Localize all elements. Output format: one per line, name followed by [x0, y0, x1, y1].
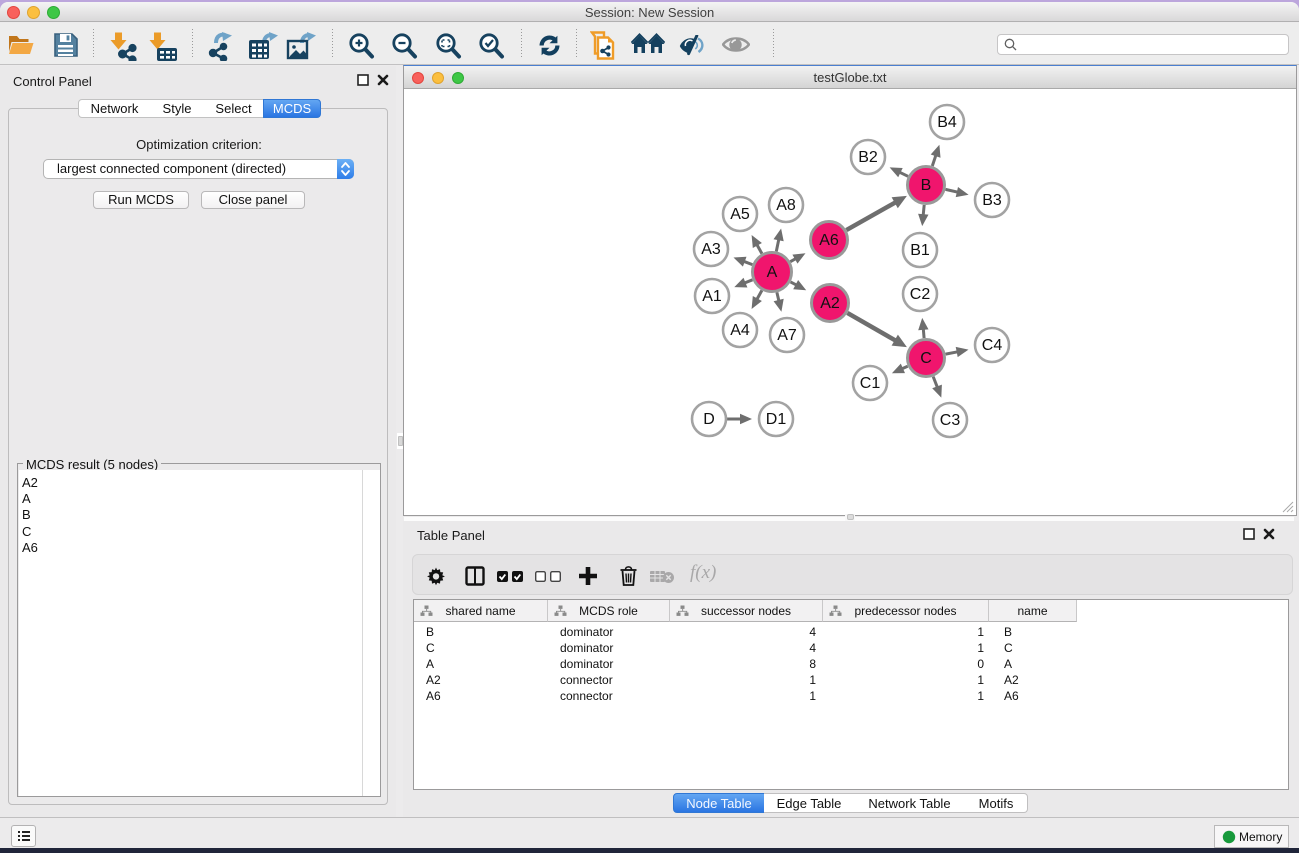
- svg-text:C3: C3: [940, 412, 961, 429]
- svg-text:D1: D1: [766, 411, 787, 428]
- svg-text:D: D: [703, 411, 715, 428]
- svg-text:A6: A6: [819, 232, 839, 249]
- svg-text:A4: A4: [730, 322, 750, 339]
- svg-text:A7: A7: [777, 327, 797, 344]
- svg-text:A3: A3: [701, 241, 721, 258]
- svg-text:B: B: [921, 177, 932, 194]
- svg-text:B1: B1: [910, 242, 930, 259]
- svg-text:A2: A2: [820, 295, 840, 312]
- svg-text:C2: C2: [910, 286, 931, 303]
- svg-text:B2: B2: [858, 149, 878, 166]
- svg-text:A8: A8: [776, 197, 796, 214]
- svg-text:C1: C1: [860, 375, 881, 392]
- svg-text:C4: C4: [982, 337, 1003, 354]
- svg-text:A1: A1: [702, 288, 722, 305]
- svg-text:A: A: [767, 264, 778, 281]
- svg-text:B3: B3: [982, 192, 1002, 209]
- svg-text:C: C: [920, 350, 932, 367]
- svg-text:A5: A5: [730, 206, 750, 223]
- svg-text:B4: B4: [937, 114, 957, 131]
